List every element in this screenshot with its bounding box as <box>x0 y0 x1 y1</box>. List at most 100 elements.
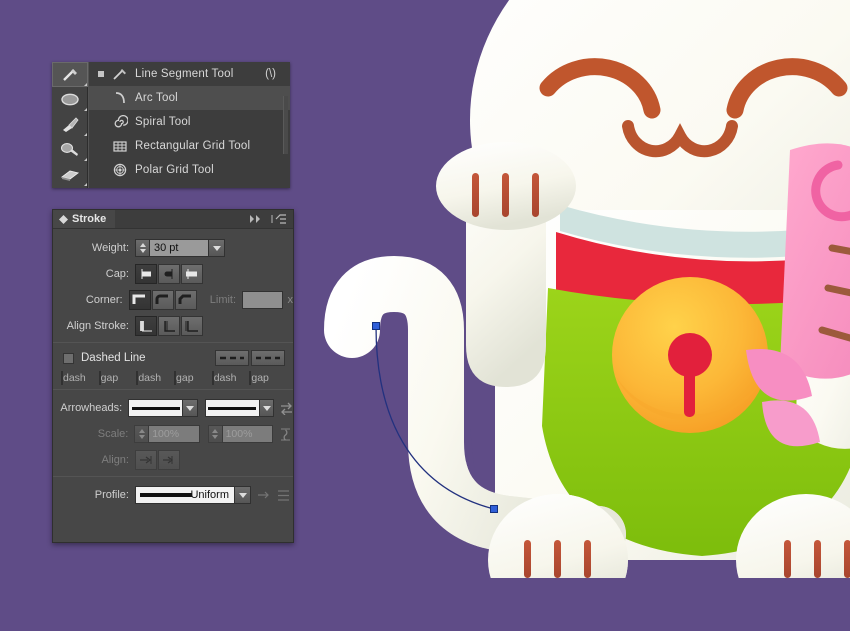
align-outside-button[interactable] <box>181 316 203 336</box>
tool-item-label: Rectangular Grid Tool <box>135 140 251 152</box>
panel-menu-icon[interactable] <box>271 214 287 224</box>
dashes-preserve-exact-button[interactable] <box>215 350 249 366</box>
arrowhead-align-button-group[interactable] <box>135 450 181 470</box>
bevel-join-button[interactable] <box>174 290 197 310</box>
weight-input[interactable]: 30 pt <box>149 239 209 257</box>
align-stroke-button-group[interactable] <box>135 316 204 336</box>
tool-strip[interactable] <box>52 62 88 188</box>
tool-item-shortcut: (\) <box>265 68 276 80</box>
dashes-adjust-corners-button[interactable] <box>251 350 285 366</box>
eraser-tool-strip[interactable] <box>52 162 88 187</box>
miter-join-button[interactable] <box>128 290 151 310</box>
stroke-panel-title: Stroke <box>72 213 107 225</box>
bullet-placeholder <box>95 92 107 104</box>
tool-item-arc[interactable]: Arc Tool <box>89 86 290 110</box>
round-join-button[interactable] <box>151 290 174 310</box>
cap-button-group[interactable] <box>135 264 204 284</box>
paintbrush-icon <box>63 116 79 132</box>
tool-item-spiral[interactable]: Spiral Tool <box>89 110 290 134</box>
arrowheads-row: Arrowheads: <box>53 397 293 419</box>
dashed-line-row: Dashed Line <box>53 350 293 366</box>
round-cap-button[interactable] <box>158 264 180 284</box>
tool-item-line-segment[interactable]: Line Segment Tool (\) <box>89 62 290 86</box>
tool-item-rectangular-grid[interactable]: Rectangular Grid Tool <box>89 134 290 158</box>
line-segment-icon <box>109 67 131 81</box>
dash-field-3[interactable]: dash <box>211 371 248 385</box>
weight-dropdown-button[interactable] <box>209 239 225 257</box>
arrowheads-label: Arrowheads: <box>60 402 123 414</box>
projecting-cap-button[interactable] <box>181 264 203 284</box>
profile-dropdown-button[interactable] <box>235 486 251 504</box>
strip-corner-marker <box>84 133 87 136</box>
paintbrush-tool-strip[interactable] <box>52 112 88 137</box>
align-stroke-row: Align Stroke: <box>53 315 293 337</box>
tool-item-label: Line Segment Tool <box>135 68 234 80</box>
dash-field-1[interactable]: dash <box>61 371 97 385</box>
gap-field-2[interactable]: gap <box>174 371 210 385</box>
profile-label: Profile: <box>94 489 129 501</box>
arrowhead-start-select[interactable] <box>128 399 183 417</box>
profile-row: Profile: Uniform <box>53 484 293 506</box>
arrowhead-align-row: Align: <box>53 449 293 471</box>
bullet-placeholder <box>95 116 107 128</box>
bullet-placeholder <box>95 164 107 176</box>
scale-end-input[interactable]: 100% <box>221 425 274 443</box>
butt-cap-button[interactable] <box>135 264 157 284</box>
stroke-panel-body[interactable]: Weight: 30 pt Cap: Corner: Limit: x Alig… <box>53 229 293 506</box>
scale-start-input[interactable]: 100% <box>148 425 200 443</box>
line-segment-tool-strip[interactable] <box>52 62 88 87</box>
stroke-panel[interactable]: Stroke Weight: 30 pt Cap: Corner: Limit:… <box>52 209 294 543</box>
arrowhead-start-dropdown[interactable] <box>182 399 198 417</box>
strip-corner-marker <box>84 183 87 186</box>
flip-along-icon[interactable] <box>276 486 291 504</box>
gap-field-1[interactable]: gap <box>98 371 135 385</box>
eraser-icon <box>60 170 80 181</box>
stroke-panel-tab-filler <box>115 210 293 228</box>
pencil-tool-strip[interactable] <box>52 137 88 162</box>
align-inside-button[interactable] <box>158 316 180 336</box>
extend-beyond-end-button[interactable] <box>135 450 157 470</box>
arrowhead-end-select[interactable] <box>204 399 260 417</box>
dashed-line-checkbox[interactable] <box>63 352 74 364</box>
ellipse-tool-strip[interactable] <box>52 87 88 112</box>
flyout-tearoff-grip[interactable] <box>283 96 288 154</box>
profile-preview-icon <box>140 493 192 497</box>
link-scales-icon[interactable] <box>278 425 293 443</box>
stroke-panel-tabbar[interactable]: Stroke <box>53 210 293 229</box>
dash-gap-fields[interactable]: dash gap dash gap dash gap <box>53 366 293 385</box>
flip-across-icon[interactable] <box>256 486 271 504</box>
tool-item-label: Arc Tool <box>135 92 178 104</box>
arrowhead-align-label: Align: <box>101 454 129 466</box>
tool-flyout-panel[interactable]: Line Segment Tool (\) Arc Tool Spiral To… <box>52 62 290 188</box>
gap-caption-2: gap <box>176 372 194 384</box>
tool-item-label: Spiral Tool <box>135 116 191 128</box>
dash-field-2[interactable]: dash <box>136 371 172 385</box>
tab-stroke[interactable]: Stroke <box>53 210 116 228</box>
dash-caption-2: dash <box>138 372 162 384</box>
align-center-button[interactable] <box>135 316 157 336</box>
align-stroke-label: Align Stroke: <box>66 320 129 332</box>
limit-unit-label: x <box>287 294 294 306</box>
scale-row: Scale: 100% 100% <box>53 423 293 445</box>
tool-item-polar-grid[interactable]: Polar Grid Tool <box>89 158 290 182</box>
arrowhead-end-dropdown[interactable] <box>259 399 275 417</box>
weight-stepper[interactable] <box>135 239 149 257</box>
profile-select[interactable]: Uniform <box>135 486 235 504</box>
scale-start-stepper[interactable] <box>134 425 149 443</box>
collapse-double-chevron-icon[interactable] <box>249 214 265 224</box>
divider-3 <box>53 476 293 477</box>
dash-cap-button-group[interactable] <box>213 350 285 366</box>
scale-end-stepper[interactable] <box>207 425 222 443</box>
swap-arrowheads-icon[interactable] <box>279 399 293 417</box>
arc-icon <box>109 91 131 105</box>
cap-label: Cap: <box>105 268 129 280</box>
strip-corner-marker <box>84 83 87 86</box>
limit-input[interactable] <box>242 291 283 309</box>
tool-list[interactable]: Line Segment Tool (\) Arc Tool Spiral To… <box>88 62 290 188</box>
corner-button-group[interactable] <box>128 290 198 310</box>
place-at-end-button[interactable] <box>158 450 180 470</box>
bullet-placeholder <box>95 140 107 152</box>
ellipse-icon <box>61 93 79 106</box>
divider-2 <box>53 389 293 390</box>
gap-field-3[interactable]: gap <box>249 371 285 385</box>
